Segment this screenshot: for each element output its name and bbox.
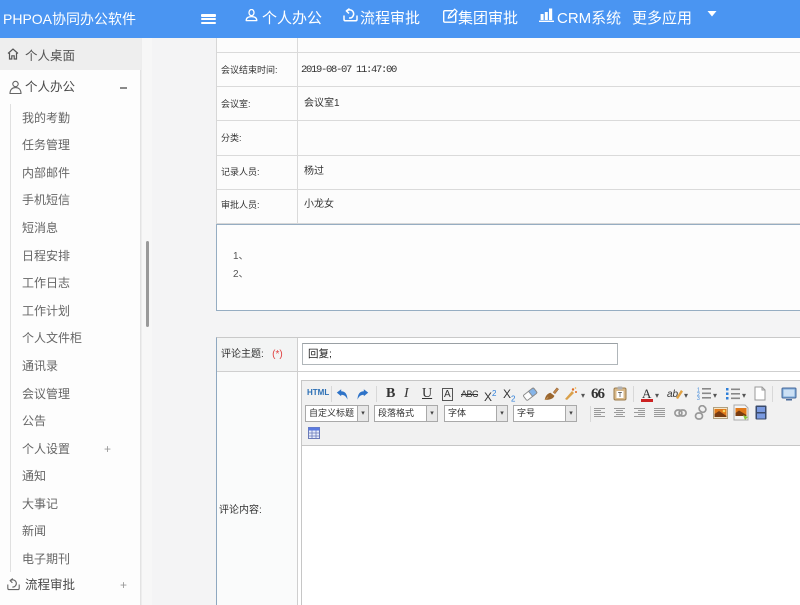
svg-text:T: T	[618, 392, 623, 399]
svg-text:3: 3	[697, 396, 700, 400]
